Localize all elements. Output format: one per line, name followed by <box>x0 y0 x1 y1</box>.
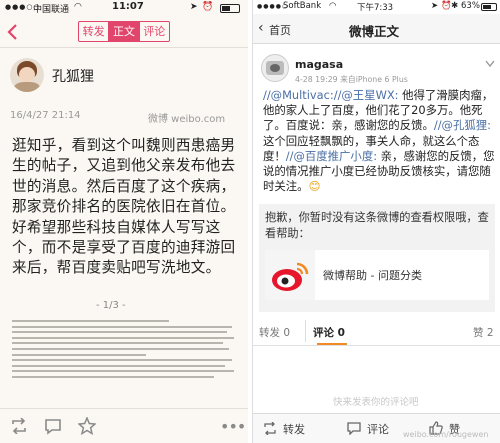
bottom-toolbar: ••• <box>0 408 248 443</box>
author-name[interactable]: 孔狐狸 <box>52 66 94 86</box>
repost-icon <box>264 422 276 435</box>
bluetooth-icon: ✱ <box>451 1 459 11</box>
favorite-star-icon[interactable] <box>78 417 96 435</box>
help-card-label: 微博帮助 - 问题分类 <box>323 269 422 282</box>
tab-comments[interactable]: 评论 0 <box>313 325 345 340</box>
embedded-text-screenshot <box>12 320 236 380</box>
active-tab-indicator <box>317 343 347 345</box>
article-body: 逛知乎，看到这个叫魏则西患癌男生的帖子，又追到他父亲发布他去世的消息。然后百度了… <box>12 137 236 277</box>
repost-icon[interactable] <box>10 418 28 434</box>
tab-reposts[interactable]: 转发 0 <box>259 325 290 340</box>
back-chevron-icon[interactable] <box>6 23 18 41</box>
post-source: 微博 weibo.com <box>148 114 226 125</box>
mention-link[interactable]: //@王星WX: <box>334 88 399 102</box>
avatar[interactable] <box>10 58 44 92</box>
wifi-icon: ◠ <box>74 2 82 12</box>
segment-repost[interactable]: 转发 <box>79 22 108 41</box>
status-bar: ●●●○○ 中国联通 ◠ 11:07 ➤ ⏰ <box>0 0 248 16</box>
smile-emoji: 😊 <box>308 179 321 194</box>
clock: 下午7:33 <box>357 3 394 13</box>
right-phone-screen: ●●●●○ SoftBank ◠ 下午7:33 ➤ ⏰ ✱ 63% ‹ 首页 微… <box>252 0 500 443</box>
author-name[interactable]: magasa <box>295 58 343 71</box>
battery-icon <box>481 3 497 11</box>
more-icon[interactable]: ••• <box>220 417 246 436</box>
carrier-label: 中国联通 <box>33 5 70 15</box>
post-meta: 4-28 19:29 来自iPhone 6 Plus <box>295 75 408 84</box>
comment-icon <box>347 422 361 435</box>
repost-container: 抱歉，你暂时没有这条微博的查看权限哦，查看帮助： 微博帮助 - 问题分类 <box>259 204 495 312</box>
top-nav: 转发 正文 评论 <box>0 16 248 48</box>
battery-percent: 63% <box>461 1 480 11</box>
top-nav: ‹ 首页 微博正文 <box>253 14 500 44</box>
back-button[interactable]: 首页 <box>269 22 291 38</box>
mention-link[interactable]: //@孔狐狸: <box>434 118 491 132</box>
permission-notice: 抱歉，你暂时没有这条微博的查看权限哦，查看帮助： <box>265 211 489 240</box>
alarm-icon: ⏰ <box>202 2 214 12</box>
segment-comments[interactable]: 评论 <box>138 22 169 41</box>
page-title: 微博正文 <box>349 24 400 39</box>
comment-icon[interactable] <box>44 418 62 435</box>
alarm-icon: ⏰ <box>441 1 452 11</box>
segment-body[interactable]: 正文 <box>108 22 139 41</box>
location-icon: ➤ <box>190 2 198 12</box>
mention-link[interactable]: //@Multivac: <box>263 88 334 102</box>
post-date: 16/4/27 21:14 <box>10 110 81 121</box>
left-phone-screen: ●●●○○ 中国联通 ◠ 11:07 ➤ ⏰ 转发 正文 评论 孔狐狸 16/4… <box>0 0 248 443</box>
battery-icon <box>220 4 240 13</box>
empty-comments-hint: 快来发表你的评论吧 <box>333 397 419 408</box>
back-chevron-icon[interactable]: ‹ <box>258 20 264 36</box>
tab-divider <box>305 320 306 342</box>
comment-label: 评论 <box>367 423 389 436</box>
page-indicator: - 1/3 - <box>96 300 126 311</box>
weibo-logo-icon <box>265 250 315 300</box>
interaction-tabs: 转发 0 评论 0 赞 2 <box>253 318 500 346</box>
location-icon: ➤ <box>431 1 439 11</box>
wifi-icon: ◠ <box>329 1 337 11</box>
clock: 11:07 <box>112 1 144 12</box>
status-bar: ●●●●○ SoftBank ◠ 下午7:33 ➤ ⏰ ✱ 63% <box>253 0 500 14</box>
segment-control: 转发 正文 评论 <box>78 21 170 42</box>
post-body: //@Multivac://@王星WX: 他得了滑膜肉瘤，他的家人上了百度，他们… <box>263 88 495 194</box>
repost-label: 转发 <box>283 423 305 436</box>
watermark: weibo.com/rougewen <box>403 430 489 439</box>
carrier-label: SoftBank <box>283 1 322 11</box>
avatar[interactable] <box>261 54 289 82</box>
tab-likes[interactable]: 赞 2 <box>473 325 494 340</box>
chevron-down-icon[interactable] <box>485 60 495 68</box>
mention-link[interactable]: //@百度推广小度: <box>286 149 377 163</box>
help-card[interactable]: 微博帮助 - 问题分类 <box>265 250 489 300</box>
